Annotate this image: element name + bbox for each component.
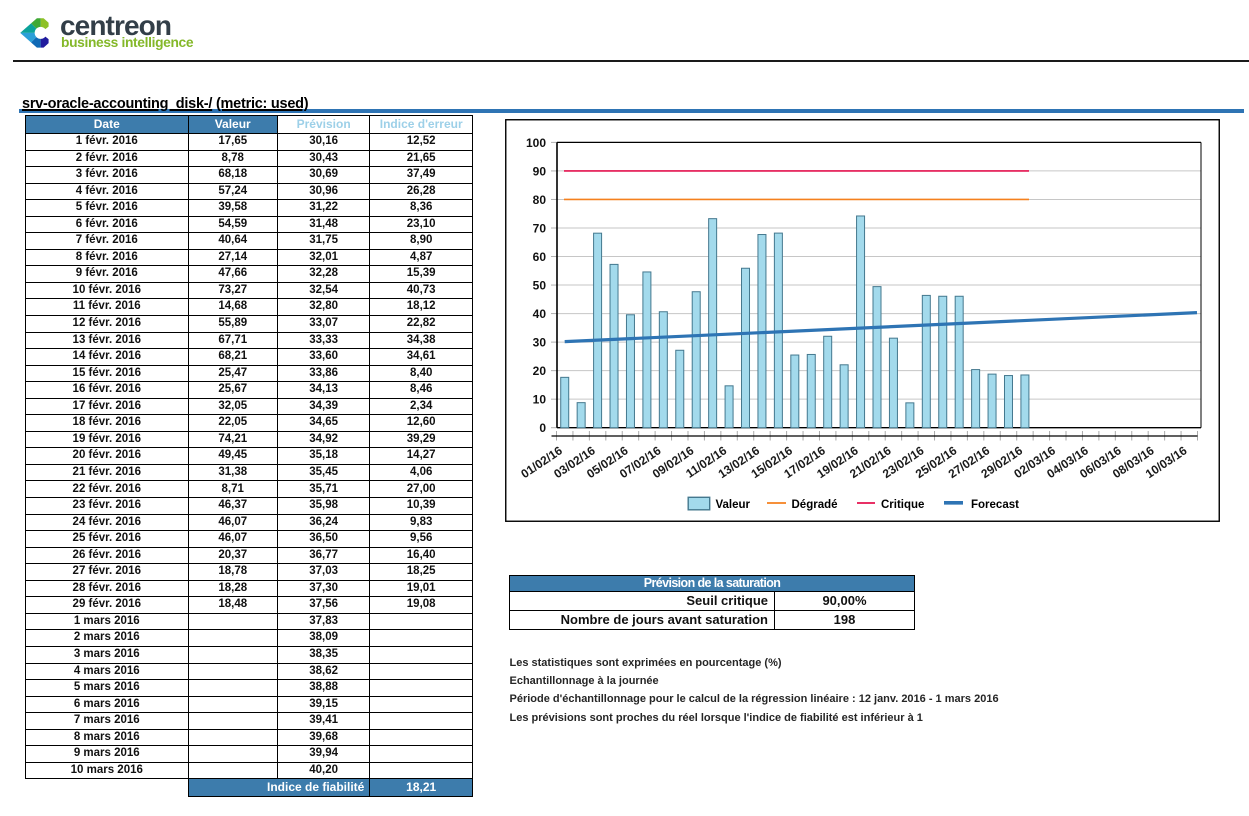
svg-text:Dégradé: Dégradé bbox=[792, 499, 838, 511]
svg-text:90: 90 bbox=[533, 164, 547, 178]
svg-text:50: 50 bbox=[533, 279, 547, 293]
svg-text:70: 70 bbox=[533, 221, 547, 235]
svg-text:0: 0 bbox=[539, 421, 546, 435]
svg-text:Forecast: Forecast bbox=[971, 499, 1019, 511]
svg-text:Valeur: Valeur bbox=[716, 499, 751, 511]
svg-text:30: 30 bbox=[533, 336, 547, 350]
svg-text:60: 60 bbox=[533, 250, 547, 264]
svg-text:Critique: Critique bbox=[881, 499, 924, 511]
svg-text:80: 80 bbox=[533, 193, 547, 207]
svg-text:40: 40 bbox=[533, 307, 547, 321]
svg-text:10: 10 bbox=[533, 393, 547, 407]
svg-text:100: 100 bbox=[526, 136, 546, 150]
svg-text:20: 20 bbox=[533, 364, 547, 378]
